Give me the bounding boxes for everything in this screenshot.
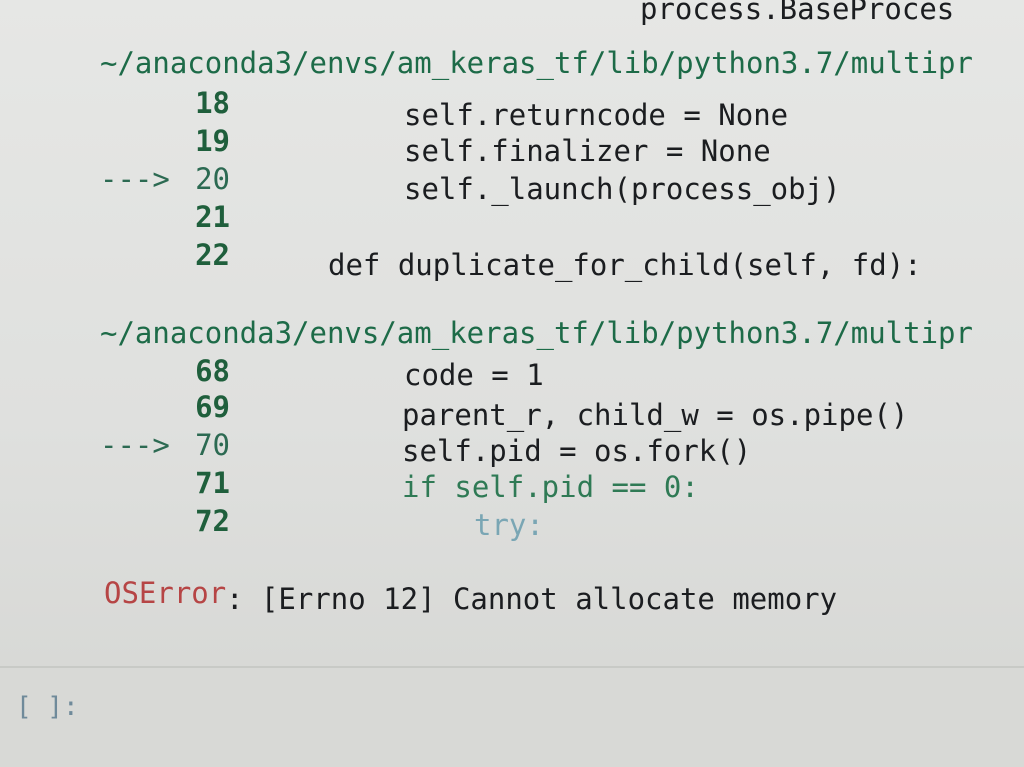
input-cell[interactable]: [ ]: bbox=[0, 666, 1024, 767]
line-number: 22 bbox=[195, 238, 230, 272]
line-number: 18 bbox=[195, 86, 230, 120]
line-number: 20 bbox=[195, 162, 230, 196]
notebook-output: process.BaseProces ~/anaconda3/envs/am_k… bbox=[0, 0, 1024, 767]
line-number: 69 bbox=[195, 390, 230, 424]
error-type: OSError bbox=[104, 576, 227, 610]
line-number: 71 bbox=[195, 466, 230, 500]
code-line: self._launch(process_obj) bbox=[404, 172, 841, 206]
line-number: 68 bbox=[195, 354, 230, 388]
current-line-arrow: ---> bbox=[100, 428, 170, 462]
line-number: 21 bbox=[195, 200, 230, 234]
code-line: self.finalizer = None bbox=[404, 134, 771, 168]
code-line: def duplicate_for_child(self, fd): bbox=[328, 248, 922, 282]
code-line: if self.pid == 0: bbox=[402, 470, 699, 504]
code-line: self.returncode = None bbox=[404, 98, 789, 132]
code-line: code = 1 bbox=[404, 358, 544, 392]
code-line: self.pid = os.fork() bbox=[402, 434, 752, 468]
current-line-arrow: ---> bbox=[100, 162, 170, 196]
code-line: parent_r, child_w = os.pipe() bbox=[402, 398, 909, 432]
line-number: 19 bbox=[195, 124, 230, 158]
traceback-path-1: ~/anaconda3/envs/am_keras_tf/lib/python3… bbox=[100, 46, 973, 80]
traceback-path-2: ~/anaconda3/envs/am_keras_tf/lib/python3… bbox=[100, 316, 973, 350]
line-number: 70 bbox=[195, 428, 230, 462]
error-message: : [Errno 12] Cannot allocate memory bbox=[226, 582, 838, 616]
cell-prompt: [ ]: bbox=[16, 692, 79, 722]
line-number: 72 bbox=[195, 504, 230, 538]
code-line: try: bbox=[474, 508, 544, 542]
top-fragment: process.BaseProces bbox=[640, 0, 955, 26]
